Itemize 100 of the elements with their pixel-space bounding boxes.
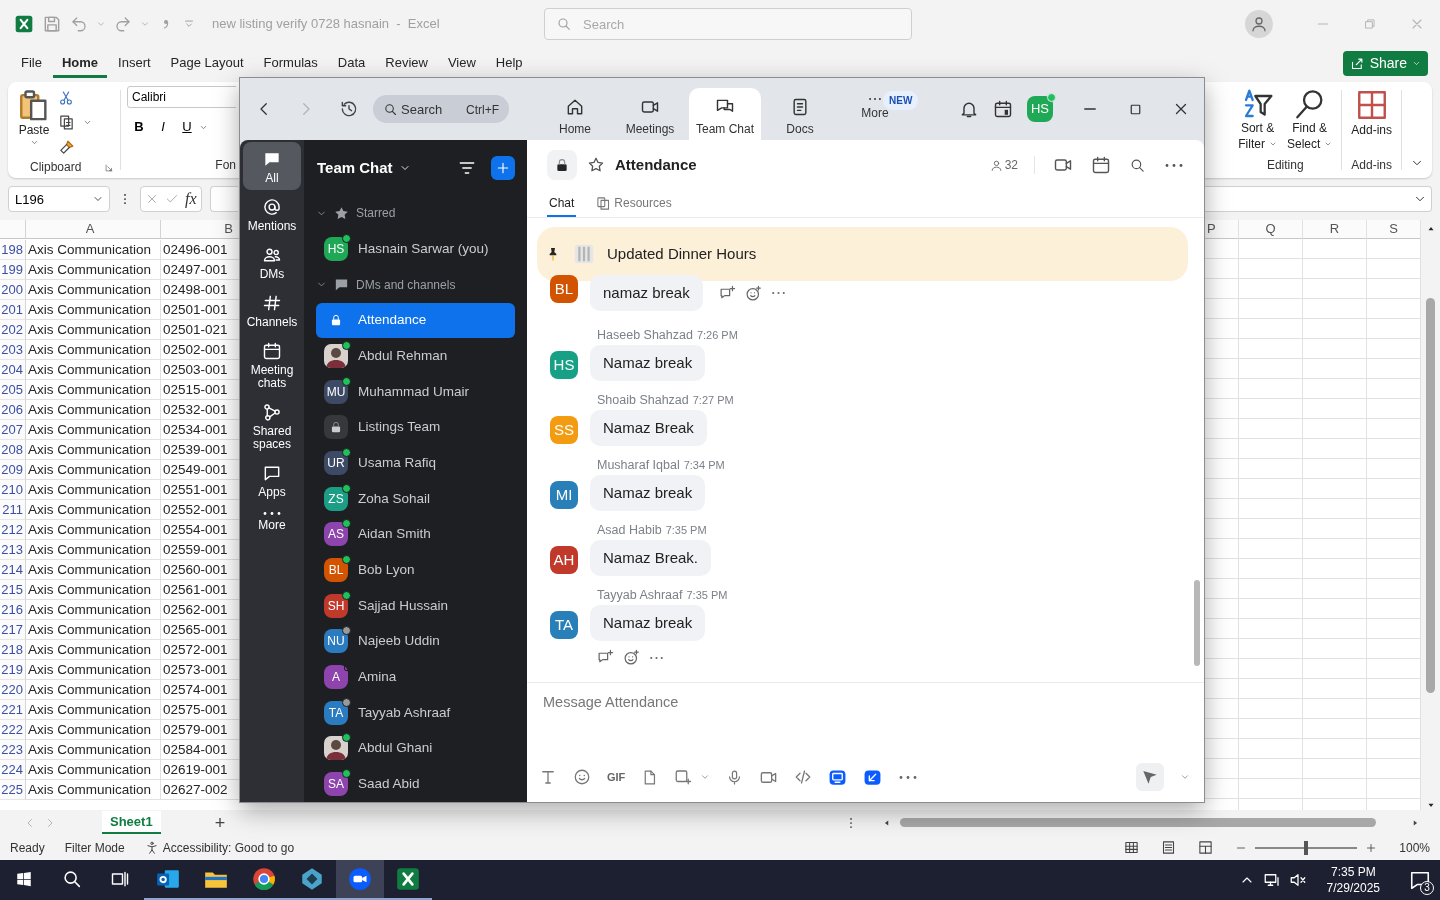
nav-tab[interactable]: Home [539, 88, 611, 140]
row-number[interactable]: 209 [0, 460, 26, 480]
chat-list-item[interactable]: Listings Team [316, 409, 515, 446]
chat-list-item[interactable]: TA Tayyab Ashraaf [316, 694, 515, 731]
row-number[interactable]: 205 [0, 380, 26, 400]
avatar[interactable]: SH [324, 593, 348, 618]
share-button[interactable]: Share [1342, 50, 1428, 76]
avatar[interactable]: TA [550, 611, 578, 639]
row-number[interactable]: 200 [0, 280, 26, 300]
row-number[interactable]: 216 [0, 600, 26, 620]
section-header[interactable]: Starred [356, 204, 396, 223]
row-number[interactable]: 224 [0, 760, 26, 780]
chat-list-item[interactable]: Abdul Ghani [316, 730, 515, 767]
sidebar-tab[interactable]: Meeting chats [243, 334, 301, 395]
sidebar-tab[interactable]: Shared spaces [243, 395, 301, 456]
row-number[interactable]: 206 [0, 400, 26, 420]
chat-list-item[interactable]: HS Hasnain Sarwar (you) [316, 231, 515, 267]
nav-tab[interactable]: Team Chat [689, 88, 761, 140]
clock-date[interactable]: 7/29/2025 [1326, 880, 1380, 896]
ribbon-tab[interactable]: View [438, 48, 485, 78]
channel-tab[interactable]: Chat [547, 194, 577, 217]
add-sheet-button[interactable]: + [208, 812, 232, 833]
chat-list-item[interactable]: Attendance [316, 302, 515, 339]
row-number[interactable]: 214 [0, 560, 26, 580]
avatar[interactable]: UR [324, 451, 348, 476]
avatar[interactable]: MI [550, 481, 578, 509]
avatar[interactable]: MU [324, 379, 348, 404]
row-number[interactable]: 211 [0, 500, 26, 520]
row-number[interactable]: 204 [0, 360, 26, 380]
add-ins-button[interactable]: Add-ins [1348, 86, 1395, 140]
ribbon-tab[interactable]: Page Layout [161, 48, 253, 78]
column-header[interactable]: B [161, 220, 240, 239]
avatar[interactable]: SA [324, 772, 348, 797]
sidebar-tab[interactable]: DMs [243, 238, 301, 286]
ribbon-tab[interactable]: Home [52, 48, 108, 78]
chat-list-item[interactable]: SA Saad Abid [316, 766, 515, 802]
section-header[interactable]: DMs and channels [356, 275, 456, 294]
row-number[interactable]: 222 [0, 720, 26, 740]
ribbon-tab[interactable]: Review [376, 48, 437, 78]
chat-list-item[interactable]: NU Najeeb Uddin [316, 623, 515, 660]
chat-list-item[interactable]: BL Bob Lyon [316, 552, 515, 588]
row-number[interactable]: 203 [0, 340, 26, 360]
bold-button[interactable]: B [127, 116, 151, 138]
clock-time[interactable]: 7:35 PM [1326, 864, 1380, 880]
search-field[interactable]: Search [544, 8, 912, 40]
avatar[interactable]: TA [324, 700, 348, 725]
chat-list-item[interactable]: AS Aidan Smith [316, 516, 515, 553]
panel-title[interactable]: Team Chat [317, 156, 393, 179]
name-box[interactable]: L196 [8, 186, 110, 212]
underline-button[interactable]: U [175, 116, 199, 138]
pinned-banner[interactable]: Updated Dinner Hours [537, 227, 1188, 281]
chat-list-item[interactable]: MU Muhammad Umair [316, 373, 515, 410]
ribbon-tab[interactable]: Data [328, 48, 375, 78]
avatar[interactable]: AH [550, 546, 578, 574]
row-number[interactable]: 212 [0, 520, 26, 540]
column-header[interactable]: A [26, 220, 161, 239]
chat-list-item[interactable]: Abdul Rehman [316, 338, 515, 374]
row-number[interactable]: 198 [0, 240, 26, 260]
row-number[interactable]: 218 [0, 640, 26, 660]
avatar[interactable]: AS [324, 522, 348, 547]
member-count[interactable]: 32 [989, 156, 1035, 174]
row-number[interactable]: 210 [0, 480, 26, 500]
sidebar-tab[interactable]: Apps [243, 456, 301, 504]
row-number[interactable]: 208 [0, 440, 26, 460]
row-number[interactable]: 213 [0, 540, 26, 560]
chat-list-item[interactable]: A Amina [316, 659, 515, 695]
avatar[interactable]: BL [550, 275, 578, 303]
sort-filter-button[interactable]: Sort & Filter [1235, 86, 1280, 154]
sheet-tab[interactable]: Sheet1 [102, 810, 161, 835]
row-number[interactable]: 217 [0, 620, 26, 640]
ribbon-tab[interactable]: Insert [109, 48, 160, 78]
sidebar-tab[interactable]: Mentions [243, 190, 301, 238]
chat-list-item[interactable]: ZS Zoha Sohail [316, 480, 515, 517]
column-header[interactable]: R [1303, 220, 1366, 239]
paste-button[interactable]: Paste [14, 86, 54, 156]
column-header[interactable]: S [1367, 220, 1420, 239]
nav-tab[interactable]: Meetings [614, 88, 686, 140]
row-number[interactable]: 221 [0, 700, 26, 720]
sidebar-tab[interactable]: All [243, 142, 301, 190]
gif-button[interactable]: GIF [607, 768, 626, 786]
font-field[interactable]: Calibri [127, 86, 236, 108]
column-header[interactable]: Q [1239, 220, 1302, 239]
row-number[interactable]: 201 [0, 300, 26, 320]
sidebar-tab[interactable]: More [243, 504, 301, 537]
ribbon-tab[interactable]: Formulas [254, 48, 327, 78]
chat-list-item[interactable]: SH Sajjad Hussain [316, 587, 515, 624]
row-number[interactable]: 223 [0, 740, 26, 760]
row-number[interactable]: 220 [0, 680, 26, 700]
chat-list-item[interactable]: UR Usama Rafiq [316, 445, 515, 481]
find-select-button[interactable]: Find & Select [1283, 86, 1336, 154]
channel-tab[interactable]: Resources [594, 194, 674, 217]
function-button[interactable]: fx [185, 187, 197, 211]
avatar[interactable]: NU [324, 629, 348, 654]
accessibility-status[interactable]: Accessibility: Good to go [162, 838, 295, 857]
italic-button[interactable]: I [151, 116, 175, 138]
column-header[interactable]: P [1204, 220, 1238, 239]
ribbon-tab[interactable]: File [12, 48, 51, 78]
sidebar-tab[interactable]: Channels [243, 286, 301, 334]
nav-tab[interactable]: Docs [764, 88, 836, 140]
row-number[interactable]: 207 [0, 420, 26, 440]
